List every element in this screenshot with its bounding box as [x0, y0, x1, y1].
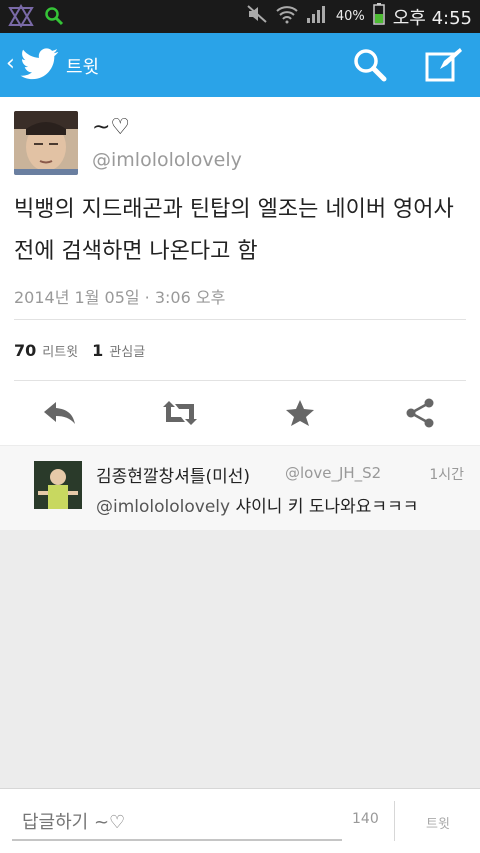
tweet-detail: ~♡ @imlolololovely 빅뱅의 지드래곤과 틴탑의 엘조는 네이버… — [0, 97, 480, 445]
clock: 오후 4:55 — [392, 7, 472, 29]
tweet-actions — [0, 387, 480, 439]
reply-text: @imlolololovely 샤이니 키 도나와요ㅋㅋㅋ — [96, 492, 418, 517]
tweet-timestamp: 2014년 1월 05일 · 3:06 오후 — [14, 288, 226, 307]
battery-percent: 40% — [335, 9, 365, 24]
mute-icon — [246, 4, 268, 29]
favorite-star-icon[interactable] — [280, 393, 320, 433]
battery-icon — [372, 3, 385, 30]
tweet-send-button[interactable]: 트윗 — [426, 813, 450, 832]
back-chevron-icon[interactable]: ‹ — [6, 51, 15, 76]
reply-time: 1시간 — [429, 467, 464, 483]
signal-icon — [306, 4, 328, 29]
retweet-icon[interactable] — [160, 393, 200, 433]
reply-display-name[interactable]: 김종현깔창셔틀(미선) — [96, 462, 250, 487]
reply-input[interactable] — [12, 805, 342, 841]
char-count: 140 — [352, 811, 379, 827]
divider — [394, 801, 395, 841]
share-icon[interactable] — [400, 393, 440, 433]
action-bar: ‹ 트윗 — [0, 33, 480, 97]
search-notification-icon — [44, 6, 64, 30]
compose-icon[interactable] — [424, 47, 464, 87]
search-icon[interactable] — [352, 47, 388, 87]
user-handle[interactable]: @imlolololovely — [92, 149, 242, 171]
retweet-label[interactable]: 리트윗 — [42, 341, 78, 360]
reply-handle[interactable]: @love_JH_S2 — [285, 464, 381, 482]
tweet-text: 빅뱅의 지드래곤과 틴탑의 엘조는 네이버 영어사전에 검색하면 나온다고 함 — [14, 197, 454, 264]
reply-avatar[interactable] — [34, 461, 82, 509]
status-bar: 40% 오후 4:55 — [0, 0, 480, 33]
favorite-label[interactable]: 관심글 — [109, 341, 145, 360]
divider — [14, 319, 466, 320]
reply-compose-bar: 140 트윗 — [0, 788, 480, 853]
tweet-stats: 70 리트윗 1 관심글 — [14, 341, 153, 360]
divider — [14, 380, 466, 381]
reply-body: 샤이니 키 도나와요ㅋㅋㅋ — [235, 497, 419, 517]
wifi-icon — [276, 4, 298, 29]
reply-mention[interactable]: @imlolololovely — [96, 497, 230, 517]
app-notification-icon — [8, 4, 34, 32]
page-title: 트윗 — [66, 57, 100, 78]
retweet-count[interactable]: 70 — [14, 341, 36, 360]
reply-icon[interactable] — [40, 393, 80, 433]
favorite-count[interactable]: 1 — [92, 341, 103, 360]
display-name[interactable]: ~♡ — [92, 115, 130, 140]
twitter-bird-icon[interactable] — [20, 47, 60, 85]
avatar[interactable] — [14, 111, 78, 175]
reply-item[interactable]: 김종현깔창셔틀(미선) @love_JH_S2 1시간 @imlolololov… — [0, 446, 480, 530]
